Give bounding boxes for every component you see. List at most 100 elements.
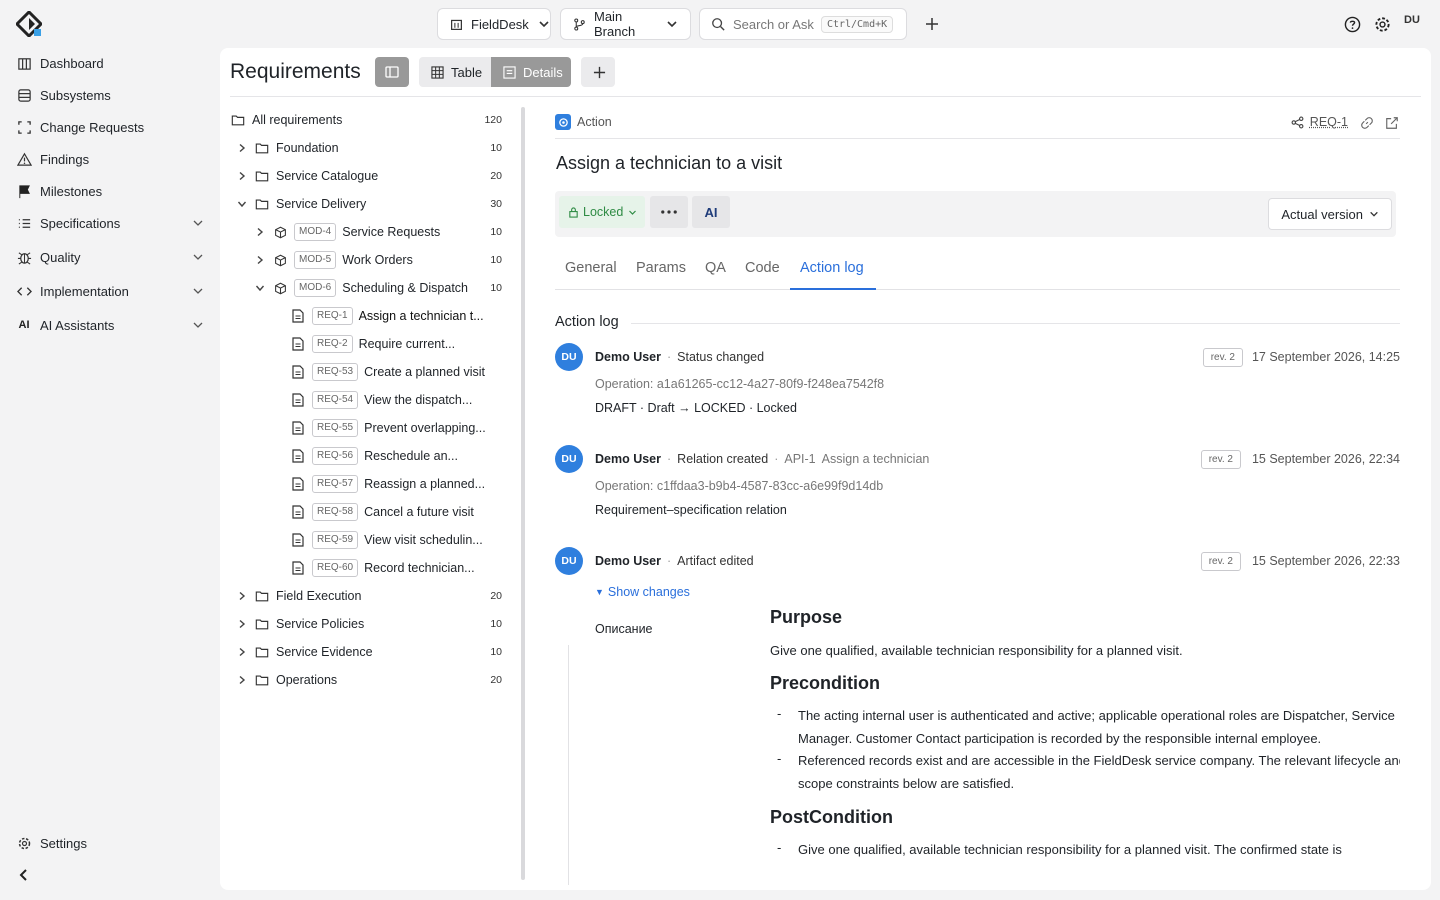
frame-icon — [16, 119, 32, 135]
tree-item-req-56[interactable]: REQ-56 Reschedule an... — [272, 444, 502, 468]
tree-item-req-60[interactable]: REQ-60 Record technician... — [272, 556, 502, 580]
tab-code[interactable]: Code — [745, 260, 780, 276]
tree-label: View visit schedulin... — [364, 533, 483, 547]
view-details-button[interactable]: Details — [491, 57, 571, 87]
artifact-id-link[interactable]: REQ-1 — [1290, 114, 1348, 130]
add-icon — [591, 64, 607, 80]
tree-item-req-2[interactable]: REQ-2 Require current... — [272, 332, 502, 356]
add-button[interactable] — [581, 57, 615, 87]
tab-general[interactable]: General — [565, 260, 617, 276]
active-tab-indicator — [790, 288, 876, 290]
sidebar-item-change-requests[interactable]: Change Requests — [16, 116, 206, 138]
tree-folder[interactable]: Service Evidence 10 — [236, 640, 502, 664]
collapse-sidebar-button[interactable] — [16, 864, 36, 886]
tree-folder[interactable]: Foundation 10 — [236, 136, 502, 160]
ellipsis-icon — [661, 204, 677, 220]
chevron-right-icon[interactable] — [236, 644, 248, 660]
link-icon[interactable] — [1359, 115, 1375, 131]
chevron-right-icon[interactable] — [236, 140, 248, 156]
workspace-select[interactable]: FieldDesk — [437, 8, 551, 40]
sidebar-item-specifications[interactable]: Specifications — [16, 212, 206, 234]
tree-folder[interactable]: Service Delivery 30 — [236, 192, 502, 216]
tree-label: Record technician... — [364, 561, 475, 575]
show-changes-toggle[interactable]: ▼ Show changes — [595, 585, 690, 599]
tree-root[interactable]: All requirements 120 — [230, 108, 502, 132]
tree-item-req-54[interactable]: REQ-54 View the dispatch... — [272, 388, 502, 412]
chevron-down-icon[interactable] — [190, 317, 206, 333]
log-operation: Operation: c1ffdaa3-b9b4-4587-83cc-a6e99… — [595, 479, 884, 493]
folder-icon — [254, 672, 270, 688]
tree-folder[interactable]: Field Execution 20 — [236, 584, 502, 608]
chevron-right-icon[interactable] — [236, 672, 248, 688]
chevron-right-icon[interactable] — [254, 224, 266, 240]
help-icon[interactable] — [1342, 14, 1362, 34]
sidebar-item-subsystems[interactable]: Subsystems — [16, 84, 206, 106]
sidebar-item-dashboard[interactable]: Dashboard — [16, 52, 206, 74]
gear-icon[interactable] — [1372, 14, 1392, 34]
tree-item-req-53[interactable]: REQ-53 Create a planned visit — [272, 360, 502, 384]
tree-item-req-1[interactable]: REQ-1 Assign a technician t... — [272, 304, 502, 328]
chevron-right-icon[interactable] — [236, 588, 248, 604]
tree-item-req-59[interactable]: REQ-59 View visit schedulin... — [272, 528, 502, 552]
user-avatar[interactable]: DU — [1404, 14, 1420, 26]
sidebar-item-findings[interactable]: Findings — [16, 148, 206, 170]
app-logo[interactable] — [16, 11, 42, 37]
more-button[interactable] — [650, 196, 688, 228]
user-avatar: DU — [555, 547, 583, 575]
chevron-right-icon[interactable] — [236, 616, 248, 632]
sidebar-item-settings[interactable]: Settings — [16, 832, 206, 854]
sidebar-item-quality[interactable]: Quality — [16, 246, 206, 268]
tree-folder[interactable]: Service Policies 10 — [236, 612, 502, 636]
tree-item-req-58[interactable]: REQ-58 Cancel a future visit — [272, 500, 502, 524]
flag-icon — [16, 183, 32, 199]
log-link-id[interactable]: API-1 — [784, 452, 815, 466]
folder-icon — [254, 644, 270, 660]
ai-button[interactable]: AI — [692, 196, 730, 228]
branch-select[interactable]: Main Branch — [560, 8, 691, 40]
tree-folder[interactable]: Service Catalogue 20 — [236, 164, 502, 188]
external-link-icon[interactable] — [1384, 115, 1400, 131]
tree-item-mod-6[interactable]: MOD-6 Scheduling & Dispatch 10 — [254, 276, 502, 300]
chevron-down-icon[interactable] — [190, 215, 206, 231]
tree-item-mod-5[interactable]: MOD-5 Work Orders 10 — [254, 248, 502, 272]
git-branch-icon — [571, 16, 587, 32]
chevron-right-icon[interactable] — [254, 252, 266, 268]
search-shortcut: Ctrl/Cmd+K — [820, 15, 894, 33]
chevron-down-icon[interactable] — [190, 283, 206, 299]
status-label: Locked — [583, 205, 624, 219]
search-box[interactable]: Search or Ask Ctrl/Cmd+K — [699, 8, 907, 40]
tree-item-mod-4[interactable]: MOD-4 Service Requests 10 — [254, 220, 502, 244]
tab-params[interactable]: Params — [636, 260, 686, 276]
chevron-down-icon[interactable] — [190, 249, 206, 265]
chevron-down-icon[interactable] — [254, 280, 266, 296]
server-icon — [16, 87, 32, 103]
tree-root-label: All requirements — [252, 113, 343, 127]
sidebar-item-milestones[interactable]: Milestones — [16, 180, 206, 202]
chevron-right-icon[interactable] — [236, 168, 248, 184]
precondition-item: Referenced records exist and are accessi… — [798, 753, 1400, 791]
document-icon — [290, 448, 306, 464]
tree-item-req-55[interactable]: REQ-55 Prevent overlapping... — [272, 416, 502, 440]
sidebar-item-implementation[interactable]: Implementation — [16, 280, 206, 302]
toggle-tree-button[interactable] — [375, 57, 409, 87]
details-icon — [501, 64, 517, 80]
section-divider — [631, 323, 1400, 324]
document-icon — [290, 364, 306, 380]
sidebar-item-ai-assistants[interactable]: AI AI Assistants — [16, 314, 206, 336]
log-link-label[interactable]: Assign a technician — [822, 452, 930, 466]
chevron-down-icon[interactable] — [236, 196, 248, 212]
tree-scrollbar[interactable] — [521, 107, 525, 880]
tab-action-log[interactable]: Action log — [800, 260, 864, 276]
document-icon — [290, 532, 306, 548]
status-select[interactable]: Locked — [559, 196, 646, 228]
branch-label: Main Branch — [594, 9, 636, 39]
version-select[interactable]: Actual version — [1268, 198, 1392, 230]
add-icon[interactable] — [922, 14, 942, 34]
tree-item-req-57[interactable]: REQ-57 Reassign a planned... — [272, 472, 502, 496]
revision-badge: rev. 2 — [1200, 552, 1241, 571]
tree-folder[interactable]: Operations 20 — [236, 668, 502, 692]
tab-qa[interactable]: QA — [705, 260, 726, 276]
view-table-button[interactable]: Table — [419, 57, 491, 87]
tree-tag: REQ-58 — [312, 503, 359, 521]
list-icon — [16, 215, 32, 231]
